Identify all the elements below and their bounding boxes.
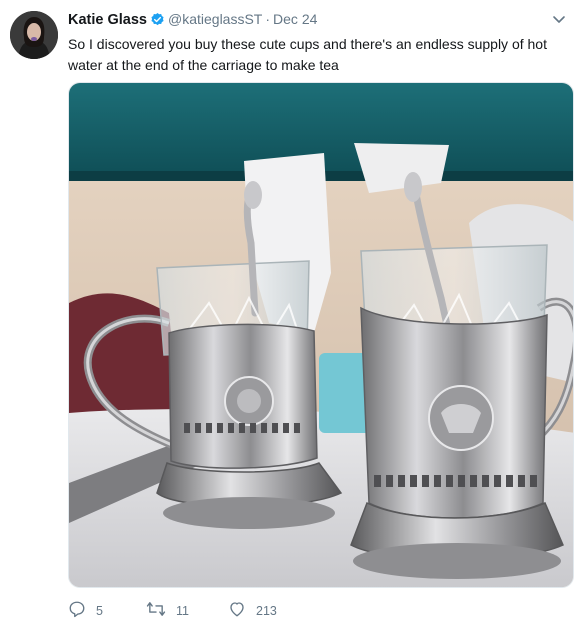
heart-icon: [228, 600, 256, 621]
verified-badge-icon: [150, 12, 165, 32]
author-name[interactable]: Katie Glass: [68, 12, 147, 28]
reply-count: 5: [96, 603, 103, 618]
chevron-down-icon[interactable]: [550, 10, 568, 28]
tweet-date[interactable]: Dec 24: [273, 11, 317, 27]
like-button[interactable]: 213: [228, 600, 277, 621]
reply-button[interactable]: 5: [68, 600, 103, 621]
tweet-photo[interactable]: [68, 82, 574, 588]
like-count: 213: [256, 603, 277, 618]
meta-separator: ·: [265, 11, 271, 27]
tweet-header: Katie Glass @katieglassST · Dec 24: [68, 11, 317, 29]
tweet-card: Katie Glass @katieglassST · Dec 24 So I dis…: [0, 0, 582, 632]
avatar[interactable]: [10, 11, 58, 59]
tweet-text: So I discovered you buy these cute cups …: [68, 36, 547, 73]
retweet-icon: [146, 600, 176, 621]
retweet-count: 11: [176, 603, 189, 618]
reply-icon: [68, 600, 96, 621]
retweet-button[interactable]: 11: [146, 600, 189, 621]
author-handle[interactable]: @katieglassST: [168, 11, 262, 27]
